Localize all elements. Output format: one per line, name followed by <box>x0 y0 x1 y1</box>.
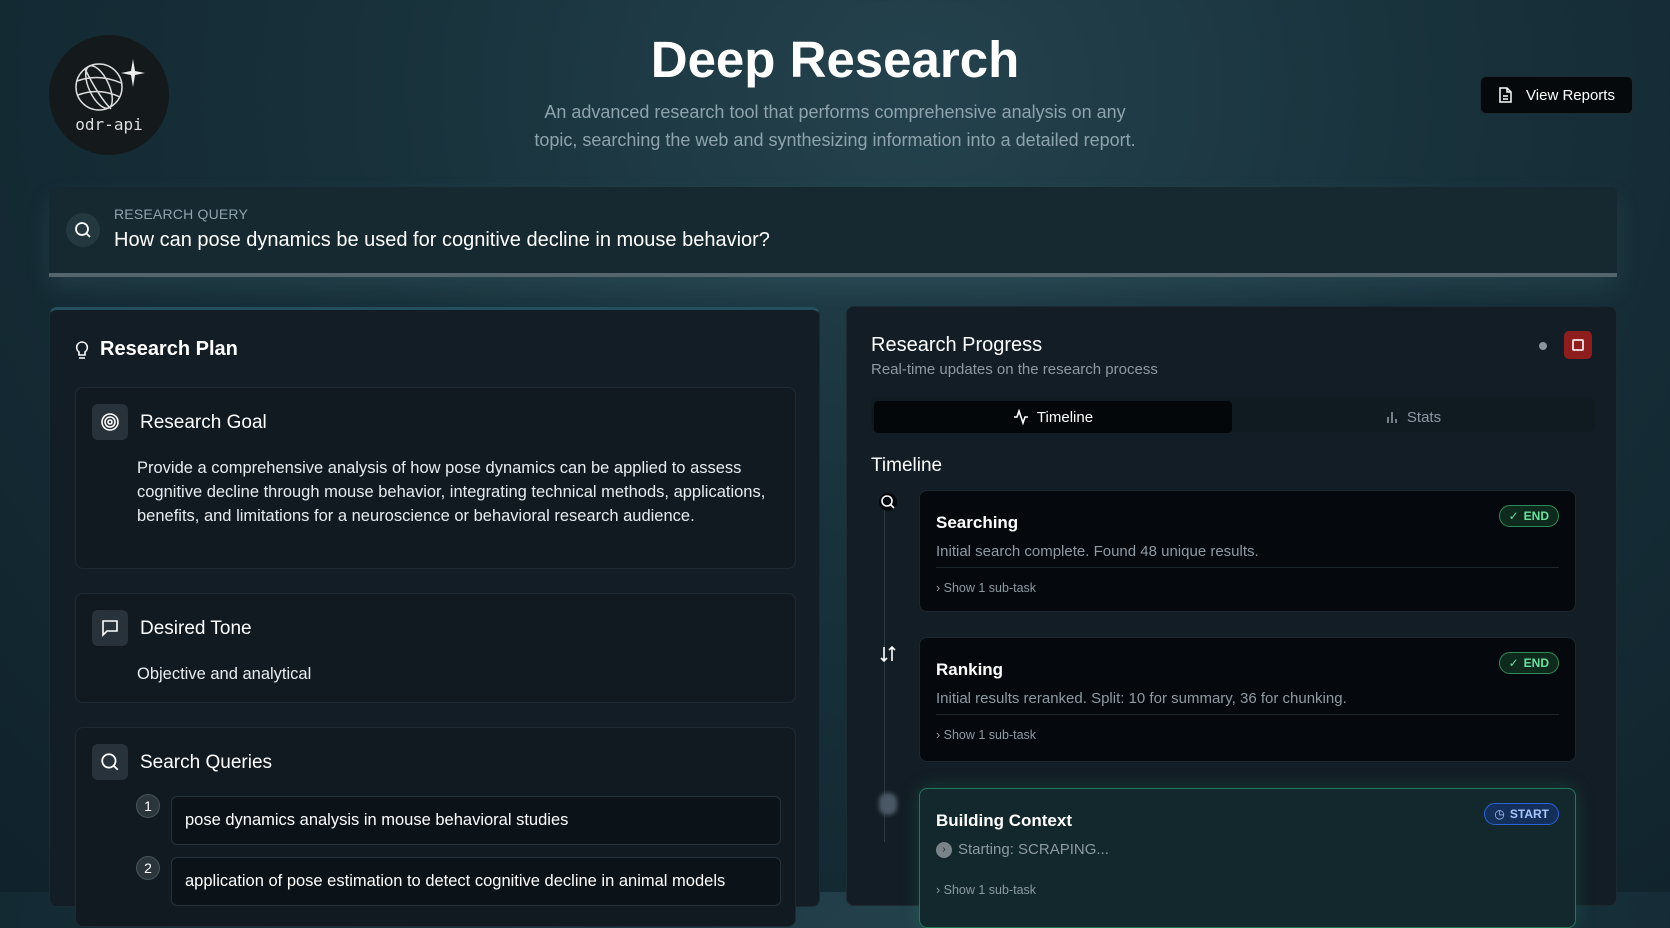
research-goal-card: Research Goal Provide a comprehensive an… <box>75 387 796 569</box>
page-title: Deep Research <box>650 31 1020 88</box>
event-title: Ranking <box>936 660 1004 679</box>
status-dot <box>1539 342 1547 350</box>
status-badge: ✓ END <box>1498 505 1559 527</box>
check-icon: ✓ <box>1508 509 1519 523</box>
stop-button[interactable] <box>1564 331 1592 359</box>
search-queries-card: Search Queries 1 pose dynamics analysis … <box>75 727 796 927</box>
show-subtask-toggle[interactable]: › Show 1 sub-task <box>936 581 1036 595</box>
query-text: How can pose dynamics be used for cognit… <box>114 229 770 251</box>
tab-label: Timeline <box>1036 408 1094 426</box>
timeline-event-active: Building Context ◷ START › Starting: SCRAP… <box>919 788 1576 928</box>
desired-tone-card: Desired Tone Objective and analytical <box>75 593 796 703</box>
show-subtask-toggle[interactable]: › Show 1 sub-task <box>936 728 1036 742</box>
status-badge: ◷ START <box>1484 803 1559 825</box>
research-goal-text: Provide a comprehensive analysis of how … <box>137 459 766 525</box>
tab-stats[interactable]: Stats <box>1234 401 1592 433</box>
progress-tabs: Timeline Stats <box>871 398 1595 433</box>
search-query-item[interactable]: application of pose estimation to detect… <box>171 857 781 906</box>
research-progress-panel: Research Progress Real-time updates on t… <box>846 306 1617 928</box>
badge-label: END <box>1523 509 1549 523</box>
search-icon <box>66 213 100 247</box>
subtask-label: Show 1 sub-task <box>943 728 1037 742</box>
target-icon <box>92 404 128 440</box>
search-icon <box>92 744 128 780</box>
divider <box>936 567 1559 568</box>
subtask-label: Show 1 sub-task <box>943 883 1037 897</box>
subtitle-line: An advanced research tool that performs … <box>544 102 1126 122</box>
check-icon: ✓ <box>1508 656 1519 670</box>
event-description-text: Starting: SCRAPING... <box>958 841 1109 858</box>
badge-label: START <box>1509 807 1549 821</box>
logo-text: odr-api <box>75 114 143 134</box>
query-number: 1 <box>136 794 160 818</box>
stop-icon <box>1572 339 1584 351</box>
bar-chart-icon <box>1387 412 1397 423</box>
timeline-heading: Timeline <box>871 455 943 476</box>
query-number: 2 <box>136 856 160 880</box>
chevron-right-icon: › <box>936 883 944 897</box>
search-icon <box>877 491 899 513</box>
show-subtask-toggle[interactable]: › Show 1 sub-task <box>936 883 1036 897</box>
timeline-line <box>884 502 885 842</box>
page-subtitle: An advanced research tool that performs … <box>485 98 1185 154</box>
activity-icon <box>1013 409 1028 425</box>
search-queries-title: Search Queries <box>140 752 273 773</box>
clock-icon: ◷ <box>1494 807 1505 821</box>
divider <box>936 714 1559 715</box>
subtask-label: Show 1 sub-task <box>943 581 1037 595</box>
research-plan-title: Research Plan <box>100 338 238 360</box>
event-description: Initial search complete. Found 48 unique… <box>936 543 1259 560</box>
chevron-right-icon: › <box>936 728 944 742</box>
lightbulb-icon <box>75 340 89 359</box>
desired-tone-text: Objective and analytical <box>137 665 312 683</box>
query-label: RESEARCH QUERY <box>114 206 249 222</box>
event-description: › Starting: SCRAPING... <box>936 841 1109 858</box>
research-progress-subtitle: Real-time updates on the research proces… <box>871 361 1158 378</box>
status-badge: ✓ END <box>1498 652 1559 674</box>
tab-label: Stats <box>1406 408 1442 426</box>
timeline-event: Ranking ✓ END Initial results reranked. S… <box>919 637 1576 762</box>
tab-timeline[interactable]: Timeline <box>874 401 1232 433</box>
badge-label: END <box>1523 656 1549 670</box>
view-reports-label: View Reports <box>1526 86 1615 104</box>
document-icon <box>1499 87 1512 103</box>
search-query-item[interactable]: pose dynamics analysis in mouse behavior… <box>171 796 781 845</box>
research-plan-panel: Research Plan Research Goal Provide a co… <box>49 307 820 927</box>
view-reports-button[interactable]: View Reports <box>1480 76 1633 114</box>
message-icon <box>92 610 128 646</box>
loading-icon <box>877 793 899 815</box>
subtitle-line: topic, searching the web and synthesizin… <box>534 130 1136 150</box>
chevron-right-icon: › <box>936 581 944 595</box>
sort-arrows-icon <box>877 643 899 665</box>
research-progress-title: Research Progress <box>871 334 1043 356</box>
desired-tone-title: Desired Tone <box>140 618 252 639</box>
timeline-event: Searching ✓ END Initial search complete. … <box>919 490 1576 612</box>
event-title: Searching <box>936 513 1019 532</box>
research-query-card: RESEARCH QUERY How can pose dynamics be … <box>49 187 1617 277</box>
research-goal-title: Research Goal <box>140 412 267 433</box>
play-circle-icon: › <box>936 841 952 858</box>
event-title: Building Context <box>936 811 1072 830</box>
event-description: Initial results reranked. Split: 10 for … <box>936 690 1347 707</box>
